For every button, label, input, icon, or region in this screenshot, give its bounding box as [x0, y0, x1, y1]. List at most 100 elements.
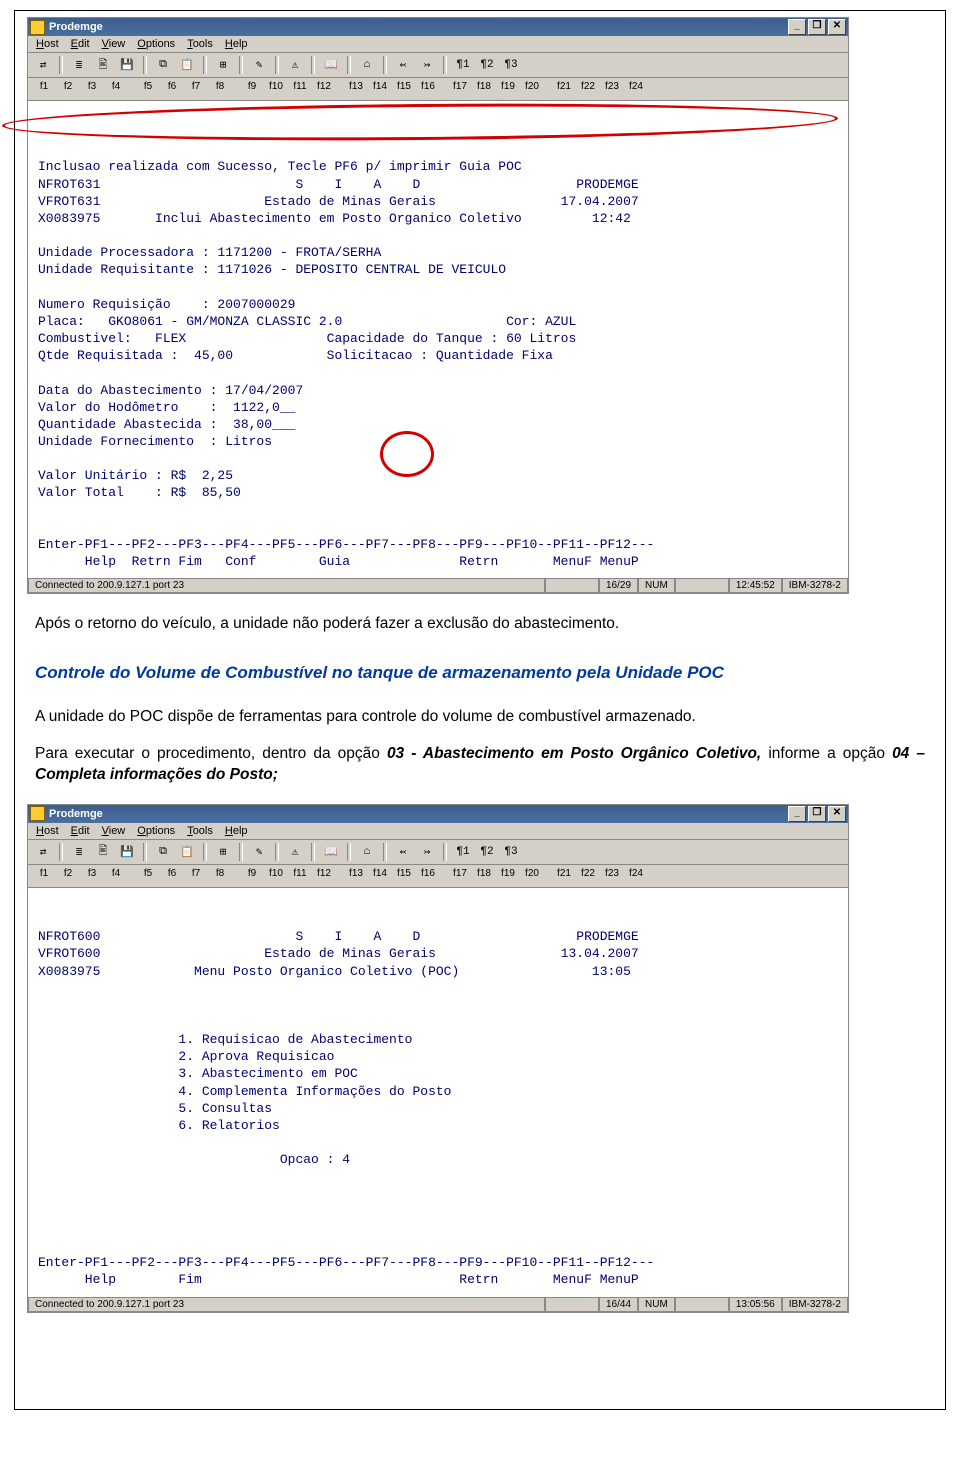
- copy-icon[interactable]: ⧉: [152, 55, 174, 75]
- menu-view[interactable]: View: [102, 38, 126, 50]
- menu-help[interactable]: Help: [225, 38, 248, 50]
- copy-icon[interactable]: ⧉: [152, 842, 174, 862]
- home-icon[interactable]: ⌂: [356, 842, 378, 862]
- menu-tools[interactable]: Tools: [187, 38, 213, 50]
- fk-button[interactable]: f16: [416, 80, 440, 98]
- fk-button[interactable]: f4: [104, 867, 128, 885]
- layers-icon[interactable]: ≣: [68, 55, 90, 75]
- fk-button[interactable]: f15: [392, 867, 416, 885]
- connect-icon[interactable]: ⇄: [32, 842, 54, 862]
- minimize-button[interactable]: _: [788, 806, 806, 822]
- fk-button[interactable]: f11: [288, 80, 312, 98]
- fk-button[interactable]: f3: [80, 80, 104, 98]
- menu-edit[interactable]: Edit: [71, 38, 90, 50]
- floppy-icon[interactable]: 💾: [116, 55, 138, 75]
- fk-button[interactable]: f2: [56, 867, 80, 885]
- fk1-icon[interactable]: ¶1: [452, 55, 474, 75]
- menu-edit[interactable]: Edit: [71, 825, 90, 837]
- layers-icon[interactable]: ≣: [68, 842, 90, 862]
- fk-button[interactable]: f8: [208, 867, 232, 885]
- fk-button[interactable]: f4: [104, 80, 128, 98]
- fk-button[interactable]: f9: [240, 80, 264, 98]
- fk-button[interactable]: f21: [552, 867, 576, 885]
- menu-options[interactable]: Options: [137, 825, 175, 837]
- fk-button[interactable]: f24: [624, 80, 648, 98]
- warning-icon[interactable]: ⚠: [284, 842, 306, 862]
- fk-button[interactable]: f1: [32, 80, 56, 98]
- doc-icon[interactable]: 🖹: [92, 55, 114, 75]
- menu-host[interactable]: Host: [36, 825, 59, 837]
- fk-button[interactable]: f14: [368, 80, 392, 98]
- fk-button[interactable]: f19: [496, 867, 520, 885]
- menu-view[interactable]: View: [102, 825, 126, 837]
- fk-button[interactable]: f12: [312, 867, 336, 885]
- menu-help[interactable]: Help: [225, 825, 248, 837]
- fk-button[interactable]: f10: [264, 80, 288, 98]
- fk-button[interactable]: f6: [160, 867, 184, 885]
- restore-button[interactable]: ❐: [808, 806, 826, 822]
- left-icon[interactable]: ↢: [392, 55, 414, 75]
- fk-button[interactable]: f1: [32, 867, 56, 885]
- menu-host[interactable]: Host: [36, 38, 59, 50]
- fk2-icon[interactable]: ¶2: [476, 55, 498, 75]
- fk-button[interactable]: f17: [448, 80, 472, 98]
- fk-button[interactable]: f5: [136, 867, 160, 885]
- fk-button[interactable]: f20: [520, 867, 544, 885]
- fk3-icon[interactable]: ¶3: [500, 55, 522, 75]
- doc-icon[interactable]: 🖹: [92, 842, 114, 862]
- fk-button[interactable]: f13: [344, 867, 368, 885]
- tool-icon[interactable]: ✎: [248, 842, 270, 862]
- fk-button[interactable]: f18: [472, 867, 496, 885]
- fk3-icon[interactable]: ¶3: [500, 842, 522, 862]
- fk-button[interactable]: f10: [264, 867, 288, 885]
- fk-button[interactable]: f23: [600, 80, 624, 98]
- fk-button[interactable]: f12: [312, 80, 336, 98]
- menu-options[interactable]: Options: [137, 38, 175, 50]
- fk-button[interactable]: f9: [240, 867, 264, 885]
- terminal-body[interactable]: NFROT600 S I A D PRODEMGE VFROT600 Estad…: [28, 888, 848, 1297]
- minimize-button[interactable]: _: [788, 19, 806, 35]
- close-button[interactable]: ✕: [828, 19, 846, 35]
- fk-button[interactable]: f19: [496, 80, 520, 98]
- fk2-icon[interactable]: ¶2: [476, 842, 498, 862]
- warning-icon[interactable]: ⚠: [284, 55, 306, 75]
- fk1-icon[interactable]: ¶1: [452, 842, 474, 862]
- left-icon[interactable]: ↢: [392, 842, 414, 862]
- close-button[interactable]: ✕: [828, 806, 846, 822]
- fk-button[interactable]: f14: [368, 867, 392, 885]
- fk-button[interactable]: f8: [208, 80, 232, 98]
- fk-button[interactable]: f18: [472, 80, 496, 98]
- fk-button[interactable]: f21: [552, 80, 576, 98]
- fk-button[interactable]: f7: [184, 80, 208, 98]
- menu-tools[interactable]: Tools: [187, 825, 213, 837]
- fk-button[interactable]: f24: [624, 867, 648, 885]
- fk-button[interactable]: f6: [160, 80, 184, 98]
- home-icon[interactable]: ⌂: [356, 55, 378, 75]
- fk-button[interactable]: f20: [520, 80, 544, 98]
- restore-button[interactable]: ❐: [808, 19, 826, 35]
- floppy-icon[interactable]: 💾: [116, 842, 138, 862]
- fk-button[interactable]: f7: [184, 867, 208, 885]
- fk-button[interactable]: f16: [416, 867, 440, 885]
- terminal-body[interactable]: Inclusao realizada com Sucesso, Tecle PF…: [28, 101, 848, 578]
- fk-button[interactable]: f17: [448, 867, 472, 885]
- fk-button[interactable]: f5: [136, 80, 160, 98]
- right-icon[interactable]: ↣: [416, 55, 438, 75]
- tool-icon[interactable]: ✎: [248, 55, 270, 75]
- fk-button[interactable]: f13: [344, 80, 368, 98]
- paste-icon[interactable]: 📋: [176, 55, 198, 75]
- fk-button[interactable]: f3: [80, 867, 104, 885]
- grid-icon[interactable]: ⊞: [212, 55, 234, 75]
- fk-button[interactable]: f23: [600, 867, 624, 885]
- fk-button[interactable]: f11: [288, 867, 312, 885]
- fk-button[interactable]: f2: [56, 80, 80, 98]
- right-icon[interactable]: ↣: [416, 842, 438, 862]
- grid-icon[interactable]: ⊞: [212, 842, 234, 862]
- fk-button[interactable]: f22: [576, 80, 600, 98]
- fk-button[interactable]: f22: [576, 867, 600, 885]
- connect-icon[interactable]: ⇄: [32, 55, 54, 75]
- fk-button[interactable]: f15: [392, 80, 416, 98]
- book-icon[interactable]: 📖: [320, 842, 342, 862]
- book-icon[interactable]: 📖: [320, 55, 342, 75]
- paste-icon[interactable]: 📋: [176, 842, 198, 862]
